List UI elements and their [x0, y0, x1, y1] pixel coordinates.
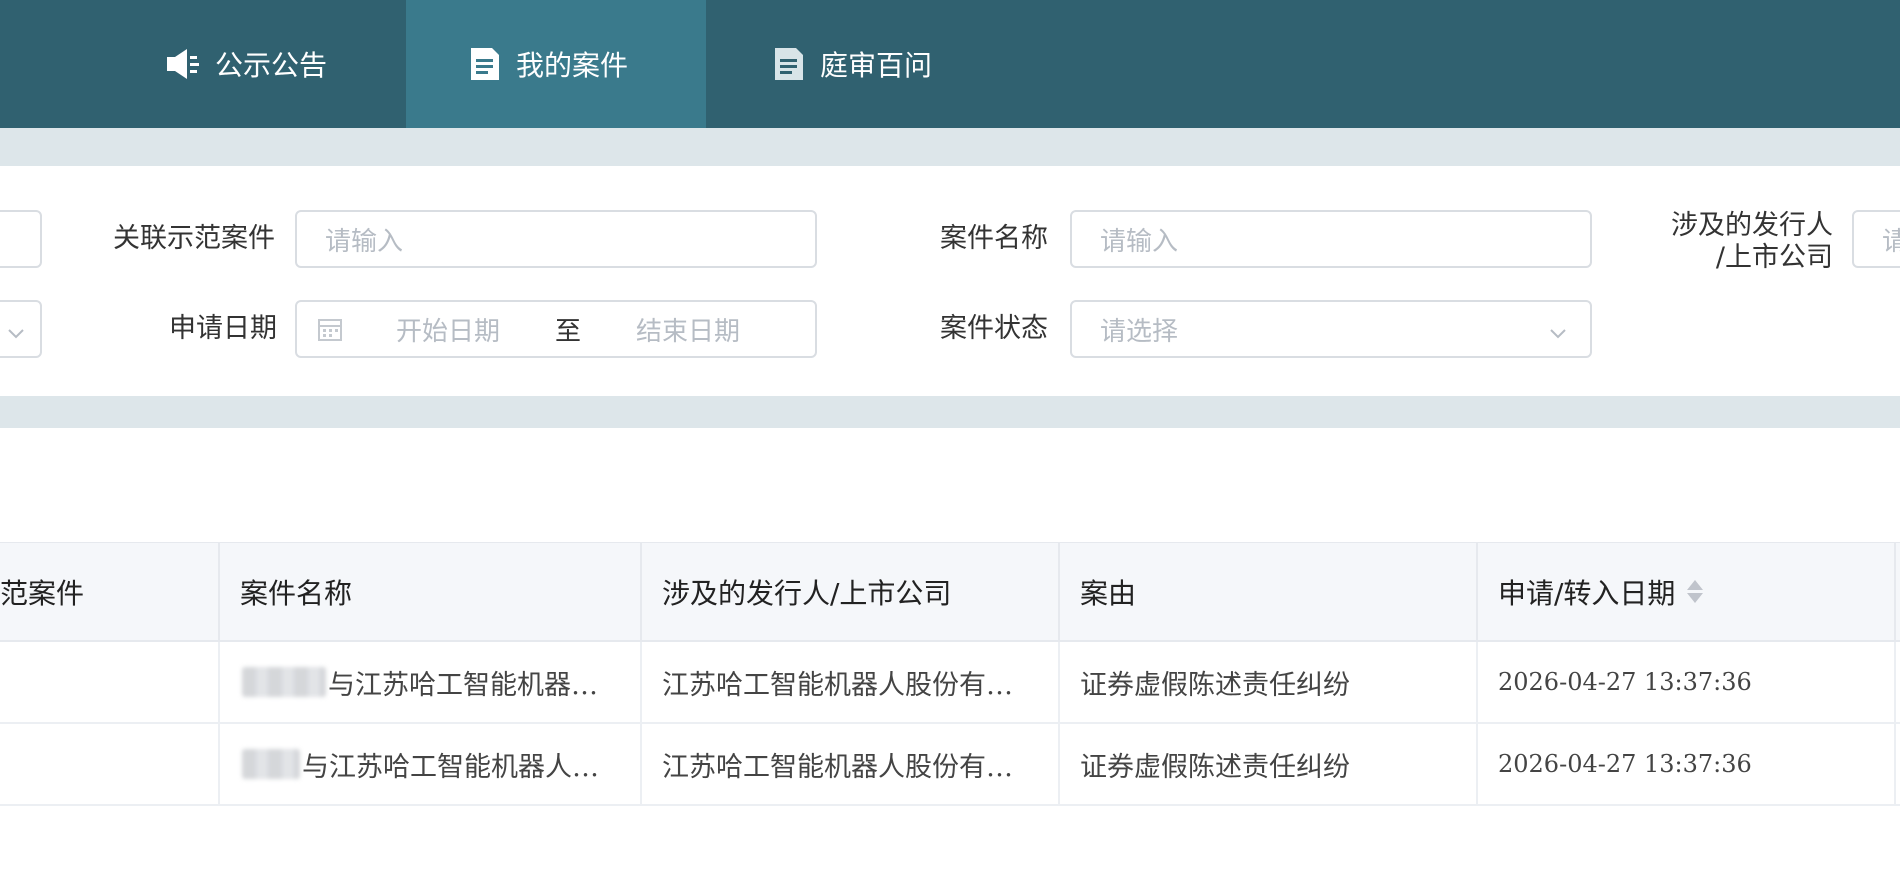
nav-item-label: 公示公告: [215, 49, 328, 82]
cell-issuer: 江苏哈工智能机器人股份有…: [642, 724, 1060, 804]
issuer-label: 涉及的发行人 /上市公司: [1671, 210, 1833, 273]
document-icon: [468, 46, 502, 82]
table-row[interactable]: 与江苏哈工智能机器… 江苏哈工智能机器人股份有… 证券虚假陈述责任纠纷 2026…: [0, 642, 1900, 724]
calendar-icon: [317, 316, 343, 342]
document-icon: [772, 46, 806, 82]
sort-icon[interactable]: [1687, 580, 1704, 603]
column-header-related-case: 范案件: [0, 543, 220, 640]
redacted-text: [242, 749, 300, 779]
filter-panel: 关联示范案件 请输入 案件名称 请输入 涉及的发行人 /上市公司 请 申请日期 …: [0, 166, 1900, 396]
cell-issuer: 江苏哈工智能机器人股份有…: [642, 642, 1060, 722]
cell-apply-date: 2026-04-27 13:37:36: [1478, 724, 1896, 804]
cut-off-select[interactable]: [0, 300, 42, 358]
top-navigation: 公示公告 我的案件 庭审百问: [0, 0, 1900, 128]
column-header-issuer: 涉及的发行人/上市公司: [642, 543, 1060, 640]
redacted-text: [242, 667, 326, 697]
table-row[interactable]: 与江苏哈工智能机器人… 江苏哈工智能机器人股份有… 证券虚假陈述责任纠纷 202…: [0, 724, 1900, 806]
case-status-select[interactable]: 请选择: [1070, 300, 1592, 358]
cut-off-input[interactable]: [0, 210, 42, 268]
nav-item-label: 庭审百问: [820, 49, 933, 82]
related-case-label: 关联示范案件: [113, 223, 275, 254]
apply-date-label: 申请日期: [169, 313, 277, 344]
cell-case-name[interactable]: 与江苏哈工智能机器人…: [220, 724, 642, 804]
nav-item-trial-qa[interactable]: 庭审百问: [772, 0, 932, 128]
issuer-input[interactable]: 请: [1852, 210, 1900, 268]
nav-item-announcements[interactable]: 公示公告: [165, 0, 327, 128]
date-range-picker[interactable]: 开始日期 至 结束日期: [295, 300, 817, 358]
end-date-input[interactable]: 结束日期: [623, 311, 753, 348]
case-name-label: 案件名称: [940, 223, 1048, 254]
separator-band: [0, 396, 1900, 428]
table-header: 范案件 案件名称 涉及的发行人/上市公司 案由 申请/转入日期: [0, 542, 1900, 642]
date-separator: 至: [555, 316, 582, 347]
nav-item-my-cases[interactable]: 我的案件: [406, 0, 706, 128]
cell-cause: 证券虚假陈述责任纠纷: [1060, 642, 1478, 722]
separator-band: [0, 128, 1900, 166]
cell-related-case: [0, 724, 220, 804]
column-header-apply-date[interactable]: 申请/转入日期: [1478, 543, 1896, 640]
cell-related-case: [0, 642, 220, 722]
column-header-case-name: 案件名称: [220, 543, 642, 640]
related-case-input[interactable]: 请输入: [295, 210, 817, 268]
chevron-down-icon: [6, 320, 26, 350]
start-date-input[interactable]: 开始日期: [383, 311, 513, 348]
column-header-cause: 案由: [1060, 543, 1478, 640]
cell-apply-date: 2026-04-27 13:37:36: [1478, 642, 1896, 722]
nav-item-label: 我的案件: [516, 49, 629, 82]
chevron-down-icon: [1548, 320, 1568, 350]
case-name-input[interactable]: 请输入: [1070, 210, 1592, 268]
cell-case-name[interactable]: 与江苏哈工智能机器…: [220, 642, 642, 722]
cell-cause: 证券虚假陈述责任纠纷: [1060, 724, 1478, 804]
case-status-label: 案件状态: [940, 313, 1048, 344]
speaker-icon: [165, 46, 201, 82]
